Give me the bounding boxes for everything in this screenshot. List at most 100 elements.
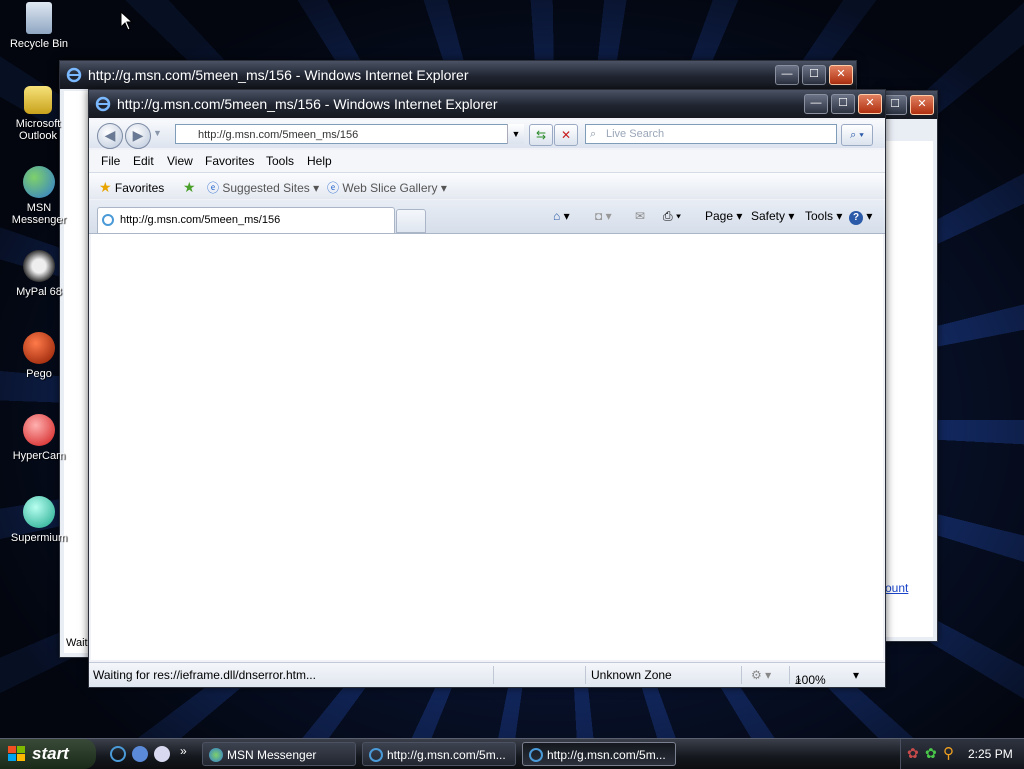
background-window-titlebar[interactable]: http://g.msn.com/5meen_ms/156 - Windows … bbox=[60, 61, 856, 89]
quicklaunch-ie-icon[interactable] bbox=[110, 746, 126, 762]
page-menu-button[interactable]: Page ▾ bbox=[705, 209, 742, 223]
tools-menu-button[interactable]: Tools ▾ bbox=[805, 209, 842, 223]
recent-pages-dropdown-icon[interactable]: ▼ bbox=[153, 128, 162, 138]
print-button[interactable]: ⎙ ▾ bbox=[663, 209, 681, 224]
minimize-button[interactable]: — bbox=[775, 65, 799, 85]
task-ie-window-1[interactable]: http://g.msn.com/5m... bbox=[362, 742, 516, 766]
maximize-button[interactable]: ☐ bbox=[802, 65, 826, 85]
menu-edit[interactable]: Edit bbox=[133, 154, 154, 168]
menu-file[interactable]: File bbox=[101, 154, 120, 168]
address-dropdown-button[interactable]: ▼ bbox=[507, 124, 524, 144]
msn-messenger-icon bbox=[23, 166, 55, 198]
desktop-icon-msn-messenger[interactable]: MSN Messenger bbox=[0, 166, 78, 226]
help-icon: ? bbox=[849, 211, 863, 225]
home-button[interactable]: ⌂ ▾ bbox=[553, 209, 570, 223]
background-window-right[interactable]: ☐ ✕ ount bbox=[880, 90, 938, 642]
close-button[interactable]: ✕ bbox=[910, 95, 934, 115]
safety-menu-button[interactable]: Safety ▾ bbox=[751, 209, 794, 223]
back-button[interactable]: ◀ bbox=[97, 123, 123, 149]
close-button[interactable]: ✕ bbox=[829, 65, 853, 85]
window-titlebar[interactable]: http://g.msn.com/5meen_ms/156 - Windows … bbox=[89, 90, 885, 118]
tab-current[interactable]: http://g.msn.com/5meen_ms/156 bbox=[97, 207, 395, 233]
start-label: start bbox=[32, 744, 69, 763]
ie-window[interactable]: http://g.msn.com/5meen_ms/156 - Windows … bbox=[88, 89, 886, 688]
quicklaunch-media-icon[interactable] bbox=[154, 746, 170, 762]
desktop-icon-hypercam[interactable]: HyperCam bbox=[0, 414, 78, 462]
menu-view[interactable]: View bbox=[167, 154, 193, 168]
suggested-sites-label: Suggested Sites bbox=[222, 181, 310, 195]
ie-icon bbox=[66, 67, 82, 83]
task-ie-window-2[interactable]: http://g.msn.com/5m... bbox=[522, 742, 676, 766]
menu-tools[interactable]: Tools bbox=[266, 154, 294, 168]
desktop-icon-mypal[interactable]: MyPal 68 bbox=[0, 250, 78, 298]
close-button[interactable]: ✕ bbox=[858, 94, 882, 114]
task-label: http://g.msn.com/5m... bbox=[387, 748, 506, 762]
mypal-icon bbox=[23, 250, 55, 282]
desktop-icon-label: HyperCam bbox=[12, 450, 66, 462]
tray-app-icon[interactable]: ✿ bbox=[925, 745, 937, 762]
protected-mode-icon[interactable]: ⚙ ▾ bbox=[751, 668, 771, 682]
menu-bar: File Edit View Favorites Tools Help bbox=[89, 150, 885, 173]
favorites-bar: ★ Favorites ★ ⓔ Suggested Sites ▾ ⓔ Web … bbox=[89, 173, 885, 199]
security-zone: Unknown Zone bbox=[591, 668, 672, 682]
desktop-icon-recycle-bin[interactable]: Recycle Bin bbox=[0, 2, 78, 50]
ie-page-icon: ⓔ bbox=[207, 181, 220, 195]
desktop-icon-supermium[interactable]: Supermium bbox=[0, 496, 78, 544]
web-slice-gallery-button[interactable]: ⓔ Web Slice Gallery ▾ bbox=[327, 179, 447, 196]
add-to-favorites-bar-button[interactable]: ★ bbox=[183, 179, 196, 196]
search-placeholder: Live Search bbox=[606, 128, 665, 140]
desktop-icon-label: Pego bbox=[26, 368, 52, 380]
ie-icon bbox=[95, 96, 111, 112]
address-text: http://g.msn.com/5meen_ms/156 bbox=[198, 129, 359, 141]
account-link[interactable]: ount bbox=[885, 581, 908, 595]
zoom-dropdown-icon[interactable]: ▾ bbox=[853, 668, 859, 682]
status-text: Waiting for res://ieframe.dll/dnserror.h… bbox=[93, 668, 316, 682]
web-slice-gallery-label: Web Slice Gallery bbox=[342, 181, 438, 195]
printer-icon: ⎙ bbox=[663, 209, 673, 223]
task-label: MSN Messenger bbox=[227, 748, 317, 762]
home-icon: ⌂ bbox=[553, 209, 561, 223]
menu-favorites[interactable]: Favorites bbox=[205, 154, 254, 168]
desktop-icon-label: MyPal 68 bbox=[16, 286, 62, 298]
desktop-icon-outlook[interactable]: Microsoft Outlook bbox=[0, 86, 78, 142]
ie-icon bbox=[529, 748, 543, 762]
tools-menu-label: Tools bbox=[805, 209, 834, 223]
address-bar[interactable]: http://g.msn.com/5meen_ms/156 bbox=[175, 124, 523, 144]
zoom-level: 100% bbox=[795, 673, 826, 687]
menu-help[interactable]: Help bbox=[307, 154, 332, 168]
quicklaunch-browser-icon[interactable] bbox=[132, 746, 148, 762]
help-button[interactable]: ? ▾ bbox=[849, 209, 872, 225]
task-msn-messenger[interactable]: MSN Messenger bbox=[202, 742, 356, 766]
task-label: http://g.msn.com/5m... bbox=[547, 748, 666, 762]
search-input[interactable]: ⌕ Live Search bbox=[585, 124, 837, 144]
pego-icon bbox=[23, 332, 55, 364]
tray-network-icon[interactable]: ✿ bbox=[907, 745, 919, 762]
desktop-icon-label: Recycle Bin bbox=[9, 38, 69, 50]
favorites-button[interactable]: ★ Favorites bbox=[99, 179, 164, 196]
favorites-label: Favorites bbox=[114, 181, 165, 195]
desktop-icon-pego[interactable]: Pego bbox=[0, 332, 78, 380]
tray-search-icon[interactable]: ⚲ bbox=[943, 744, 954, 762]
read-mail-button[interactable]: ✉ bbox=[635, 209, 645, 223]
outlook-icon bbox=[24, 86, 52, 114]
new-tab-button[interactable] bbox=[396, 209, 426, 233]
stop-button[interactable]: ✕ bbox=[554, 124, 578, 146]
supermium-icon bbox=[23, 496, 55, 528]
tab-title: http://g.msn.com/5meen_ms/156 bbox=[120, 214, 281, 226]
search-button[interactable]: ⌕ ▾ bbox=[841, 124, 873, 146]
maximize-button[interactable]: ☐ bbox=[831, 94, 855, 114]
ie-page-icon: ⓔ bbox=[327, 181, 340, 195]
background-window-right-titlebar[interactable]: ☐ ✕ bbox=[881, 91, 937, 119]
refresh-button[interactable]: ⇆ bbox=[529, 124, 553, 146]
start-button[interactable]: start bbox=[0, 739, 96, 769]
page-content bbox=[91, 234, 883, 660]
feeds-button[interactable]: ◘ ▾ bbox=[595, 209, 612, 223]
window-title: http://g.msn.com/5meen_ms/156 - Windows … bbox=[117, 96, 498, 112]
maximize-button[interactable]: ☐ bbox=[883, 95, 907, 115]
suggested-sites-button[interactable]: ⓔ Suggested Sites ▾ bbox=[207, 179, 319, 196]
forward-button[interactable]: ▶ bbox=[125, 123, 151, 149]
minimize-button[interactable]: — bbox=[804, 94, 828, 114]
quicklaunch-overflow-icon[interactable]: » bbox=[180, 744, 187, 758]
ie-icon bbox=[369, 748, 383, 762]
mail-icon: ✉ bbox=[635, 209, 646, 223]
